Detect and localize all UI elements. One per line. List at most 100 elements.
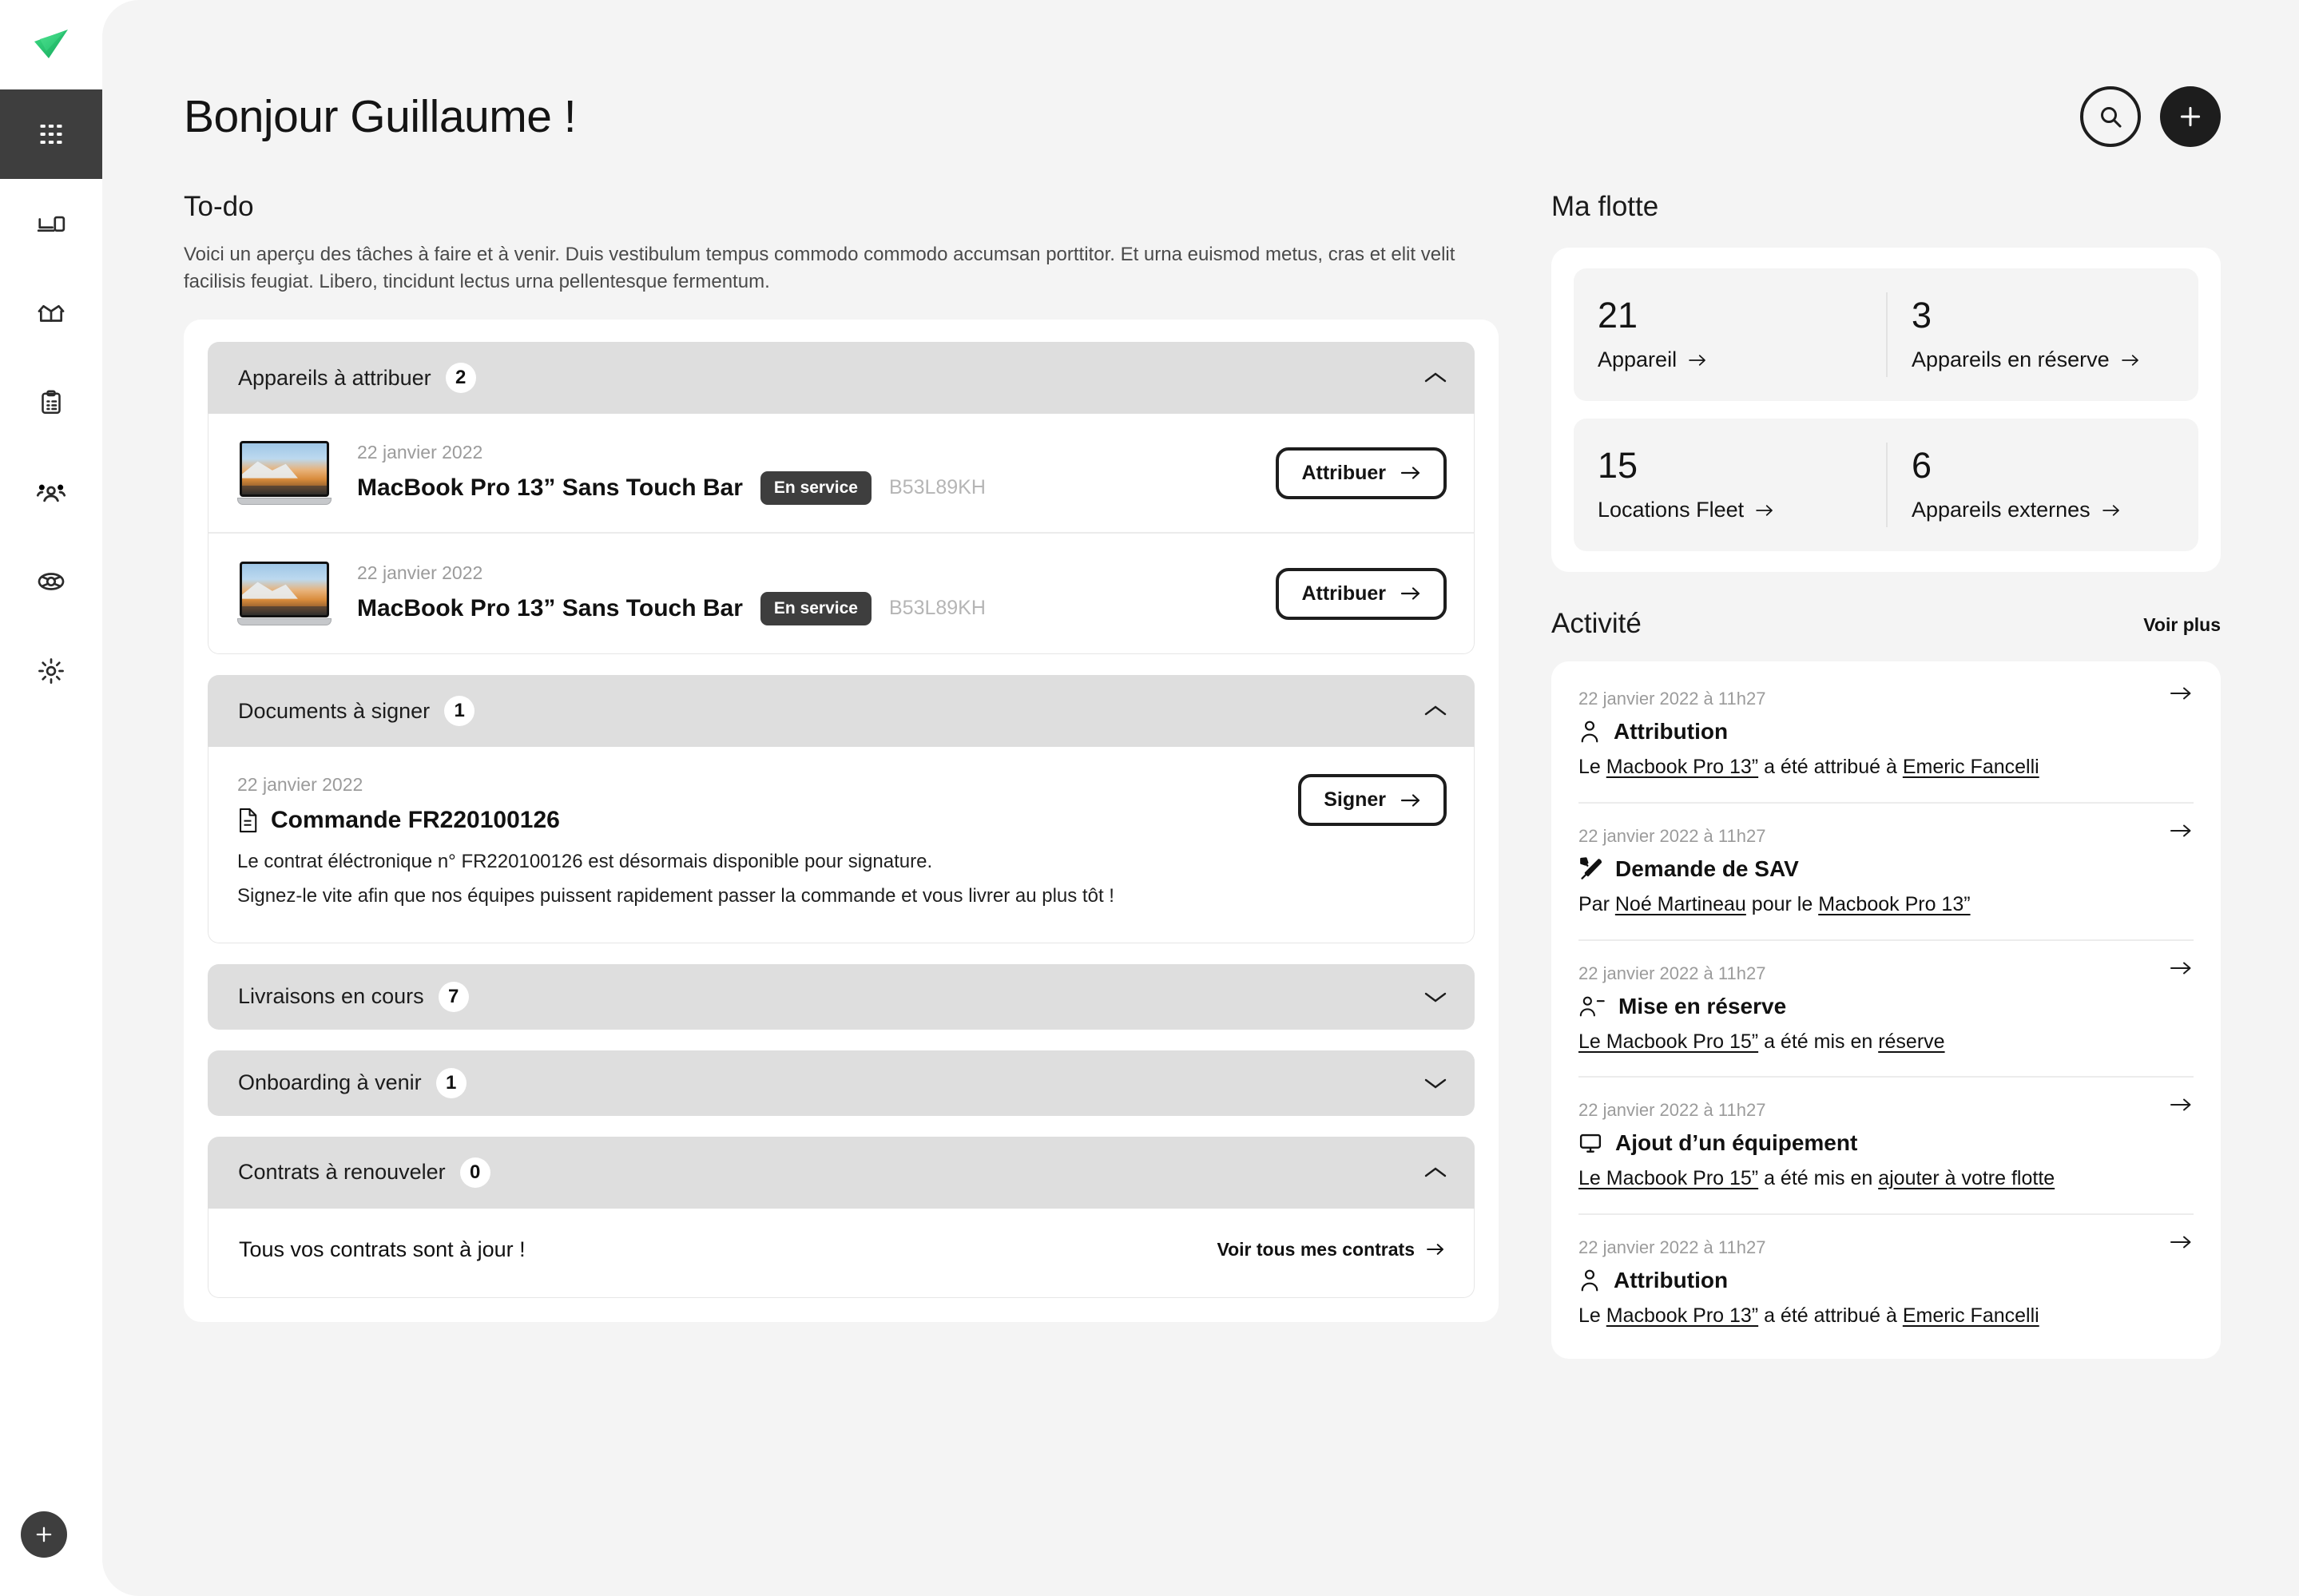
accordion-body-documents: 22 janvier 2022 Commande FR220100126 Sig… bbox=[208, 747, 1475, 943]
accordion-header-contrats[interactable]: Contrats à renouveler 0 bbox=[208, 1136, 1475, 1209]
fleet-card: 21 Appareil 3 Appareils en réserve 15 Lo… bbox=[1551, 248, 2221, 572]
activity-text: a été attribué à bbox=[1758, 756, 1903, 778]
accordion-header-livraisons[interactable]: Livraisons en cours 7 bbox=[208, 963, 1475, 1030]
arrow-right-icon bbox=[2170, 824, 2191, 837]
arrow-right-icon bbox=[1400, 466, 1420, 479]
sidebar-add-button[interactable] bbox=[21, 1511, 67, 1558]
fleet-stat-link[interactable]: Appareils en réserve bbox=[1912, 347, 2140, 372]
fleet-stat-value: 6 bbox=[1912, 445, 1932, 486]
activity-text: a été mis en bbox=[1758, 1167, 1879, 1190]
fleet-stat-link[interactable]: Locations Fleet bbox=[1598, 498, 1774, 522]
activity-text: a été mis en bbox=[1758, 1030, 1879, 1053]
activity-item[interactable]: 22 janvier 2022 à 11h27 Ajout d’un équipe… bbox=[1578, 1078, 2194, 1215]
accordion-title: Livraisons en cours bbox=[238, 984, 424, 1009]
assign-button[interactable]: Attribuer bbox=[1276, 447, 1447, 499]
accordion-livraisons-en-cours: Livraisons en cours 7 bbox=[208, 963, 1475, 1030]
fleet-stat-locations[interactable]: 15 Locations Fleet bbox=[1574, 443, 1886, 527]
accordion-header-onboarding[interactable]: Onboarding à venir 1 bbox=[208, 1050, 1475, 1116]
accordion-count-badge: 1 bbox=[435, 1067, 467, 1098]
status-badge: En service bbox=[760, 470, 872, 505]
activity-open-arrow[interactable] bbox=[2170, 1234, 2192, 1254]
app-root: Bonjour Guillaume ! To-do Voici un aperç… bbox=[0, 0, 2299, 1596]
search-icon bbox=[2101, 107, 2122, 128]
fleet-stat-reserve[interactable]: 3 Appareils en réserve bbox=[1886, 292, 2198, 377]
activity-text: pour le bbox=[1745, 892, 1819, 915]
gear-icon bbox=[38, 658, 64, 684]
sidebar-item-collaborators[interactable] bbox=[0, 447, 102, 537]
device-date: 22 janvier 2022 bbox=[357, 562, 483, 583]
sign-button[interactable]: Signer bbox=[1298, 774, 1447, 827]
contracts-empty-row: Tous vos contrats sont à jour ! Voir tou… bbox=[208, 1209, 1474, 1297]
accordion-title: Contrats à renouveler bbox=[238, 1160, 446, 1185]
app-logo[interactable] bbox=[0, 0, 102, 89]
sidebar-items bbox=[0, 89, 102, 716]
activity-type: Mise en réserve bbox=[1618, 993, 1787, 1018]
activity-link[interactable]: Macbook Pro 13” bbox=[1606, 756, 1758, 778]
activity-title-line: Ajout d’un équipement bbox=[1578, 1130, 2194, 1156]
activity-link[interactable]: Le Macbook Pro 15” bbox=[1578, 1167, 1758, 1189]
activity-item[interactable]: 22 janvier 2022 à 11h27 Mise en réserve Le… bbox=[1578, 941, 2194, 1078]
fleet-stat-label: Appareil bbox=[1598, 347, 1678, 371]
laptop-screen-image bbox=[240, 562, 329, 618]
sidebar-item-contracts[interactable] bbox=[0, 358, 102, 447]
document-date: 22 janvier 2022 bbox=[237, 774, 363, 796]
sidebar-item-dashboard[interactable] bbox=[0, 89, 102, 179]
device-detail-line: MacBook Pro 13” Sans Touch Bar En servic… bbox=[357, 470, 1276, 505]
contracts-empty-text: Tous vos contrats sont à jour ! bbox=[239, 1237, 526, 1261]
monitor-icon bbox=[1578, 1131, 1602, 1155]
accordion-title: Documents à signer bbox=[238, 698, 431, 723]
chevron-down-icon bbox=[1424, 1078, 1447, 1089]
activity-link[interactable]: Macbook Pro 13” bbox=[1606, 1304, 1758, 1327]
fleet-stat-appareil[interactable]: 21 Appareil bbox=[1574, 292, 1886, 377]
activity-item[interactable]: 22 janvier 2022 à 11h27 Attribution Le Mac… bbox=[1578, 1215, 2194, 1351]
devices-icon bbox=[37, 216, 66, 232]
fleet-stat-link[interactable]: Appareil bbox=[1598, 347, 1707, 372]
lifebuoy-icon bbox=[38, 573, 65, 590]
person-icon bbox=[1578, 719, 1601, 744]
chevron-up-icon bbox=[1424, 1167, 1447, 1177]
accordion-count-badge: 2 bbox=[445, 363, 476, 394]
device-row: 22 janvier 2022 MacBook Pro 13” Sans Tou… bbox=[208, 534, 1474, 653]
see-more-link[interactable]: Voir plus bbox=[2143, 614, 2221, 641]
sidebar-rail bbox=[0, 0, 102, 1596]
arrow-right-icon bbox=[2121, 354, 2138, 366]
activity-title: Activité bbox=[1551, 608, 1642, 639]
activity-link[interactable]: Emeric Fancelli bbox=[1903, 1304, 2039, 1327]
laptop-thumbnail bbox=[237, 562, 332, 626]
sidebar-item-deliveries[interactable] bbox=[0, 268, 102, 358]
arrow-right-icon bbox=[2170, 1098, 2191, 1111]
sidebar-item-settings[interactable] bbox=[0, 626, 102, 716]
person-minus-icon bbox=[1578, 994, 1606, 1019]
activity-type: Attribution bbox=[1614, 719, 1729, 744]
accordion-body-contrats: Tous vos contrats sont à jour ! Voir tou… bbox=[208, 1208, 1475, 1298]
view-all-contracts-link[interactable]: Voir tous mes contrats bbox=[1217, 1239, 1445, 1261]
activity-link[interactable]: réserve bbox=[1878, 1030, 1944, 1053]
page-title: Bonjour Guillaume ! bbox=[184, 90, 577, 142]
accordion-contrats-a-renouveler: Contrats à renouveler 0 Tous vos contrat… bbox=[208, 1136, 1475, 1298]
view-all-contracts-label: Voir tous mes contrats bbox=[1217, 1238, 1415, 1260]
activity-link[interactable]: Le Macbook Pro 15” bbox=[1578, 1030, 1758, 1053]
fleet-stat-link[interactable]: Appareils externes bbox=[1912, 498, 2121, 522]
assign-button-label: Attribuer bbox=[1301, 582, 1386, 605]
add-button[interactable] bbox=[2160, 86, 2221, 147]
activity-link[interactable]: Noé Martineau bbox=[1615, 893, 1746, 915]
activity-open-arrow[interactable] bbox=[2170, 960, 2192, 980]
arrow-right-icon bbox=[2170, 1236, 2191, 1249]
sidebar-item-support[interactable] bbox=[0, 537, 102, 626]
fleet-stat-externes[interactable]: 6 Appareils externes bbox=[1886, 443, 2198, 527]
assign-button[interactable]: Attribuer bbox=[1276, 567, 1447, 620]
activity-item[interactable]: 22 janvier 2022 à 11h27 Attribution Le Mac… bbox=[1578, 666, 2194, 804]
activity-open-arrow[interactable] bbox=[2170, 1097, 2192, 1117]
arrow-right-icon bbox=[2170, 687, 2191, 700]
accordion-header-appareils[interactable]: Appareils à attribuer 2 bbox=[208, 342, 1475, 415]
sidebar-item-devices[interactable] bbox=[0, 179, 102, 268]
activity-link[interactable]: ajouter à votre flotte bbox=[1878, 1167, 2055, 1189]
activity-link[interactable]: Macbook Pro 13” bbox=[1818, 893, 1970, 915]
accordion-header-documents[interactable]: Documents à signer 1 bbox=[208, 675, 1475, 748]
activity-open-arrow[interactable] bbox=[2170, 685, 2192, 705]
activity-item[interactable]: 22 janvier 2022 à 11h27 Demande de SAV Par… bbox=[1578, 804, 2194, 941]
open-box-icon bbox=[38, 304, 65, 322]
search-button[interactable] bbox=[2080, 86, 2141, 147]
activity-link[interactable]: Emeric Fancelli bbox=[1903, 756, 2039, 778]
activity-open-arrow[interactable] bbox=[2170, 823, 2192, 843]
